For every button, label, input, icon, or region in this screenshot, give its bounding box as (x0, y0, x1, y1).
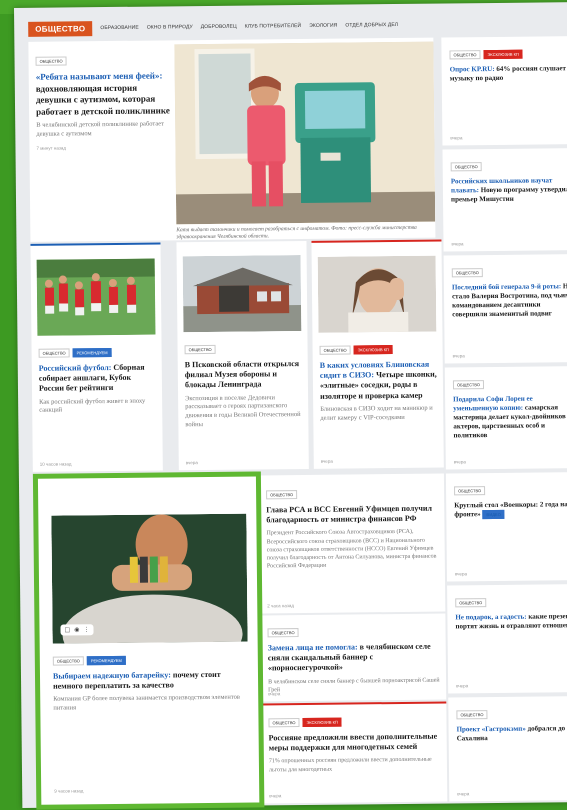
time-banner: вчера (268, 691, 281, 697)
lead-banner: В челябинском селе сняли баннер с бывшей… (268, 677, 440, 694)
article-card-banner[interactable]: ОБЩЕСТВО Замена лица не помогла: в челяб… (260, 613, 447, 702)
headline-swimming[interactable]: Российских школьников научат плавать: Но… (451, 176, 567, 204)
sidebar-item-round-table[interactable]: ОБЩЕСТВО Круглый стол «Военкоры: 2 года … (445, 472, 567, 582)
tag-society[interactable]: ОБЩЕСТВО (319, 345, 351, 355)
sidebar-item-radio-poll[interactable]: ОБЩЕСТВО ЭКСКЛЮЗИВ КП Опрос KP.RU: 64% ро… (441, 36, 567, 146)
headline-gifts[interactable]: Не подарок, а гадость: какие презенты по… (455, 612, 567, 631)
tag-society[interactable]: ОБЩЕСТВО (184, 344, 216, 355)
headline-blinovskaya[interactable]: В каких условиях Блиновская сидит в СИЗО… (320, 360, 438, 402)
time-general: вчера (452, 353, 465, 359)
battery-photo[interactable]: □ ◉ ⋮ (51, 513, 248, 644)
sidebar-item-gifts[interactable]: ОБЩЕСТВО Не подарок, а гадость: какие пр… (447, 584, 567, 694)
bookmark-icon[interactable]: □ (64, 626, 70, 633)
article-card-battery[interactable]: □ ◉ ⋮ ОБЩЕСТВО РЕКОМЕНДУЕМ Выбираем надеж… (36, 475, 261, 806)
article-card-museum[interactable]: ОБЩЕСТВО В Псковской области открылся фи… (176, 240, 309, 471)
time-families: вчера (269, 793, 282, 799)
time-blinovskaya: вчера (320, 458, 333, 464)
sidebar-item-general[interactable]: ОБЩЕСТВО Последний бой генерала 9-й роты… (443, 254, 567, 364)
museum-photo[interactable] (182, 255, 302, 333)
time-battery: 9 часов назад (54, 788, 84, 794)
feature-lead: В челябинской детской поликлинике работа… (36, 120, 164, 138)
tag-recommend[interactable]: РЕКОМЕНДУЕМ (86, 655, 126, 666)
nav-link-volunteer[interactable]: ДОБРОВОЛЕЦ (201, 24, 237, 30)
headline-families[interactable]: Россияне предложили ввести дополнительны… (269, 732, 441, 754)
article-card-blinovskaya[interactable]: ОБЩЕСТВО ЭКСКЛЮЗИВ КП В каких условиях Бл… (311, 239, 444, 469)
tag-exclusive[interactable]: ЭКСКЛЮЗИВ КП (353, 345, 393, 355)
feature-headline[interactable]: «Ребята называют меня феей»: вдохновляющ… (36, 70, 171, 117)
article-card-rsa[interactable]: ОБЩЕСТВО Глава РСА и ВСС Евгений Уфимцев… (258, 473, 446, 614)
headline-museum[interactable]: В Псковской области открылся филиал Музе… (185, 359, 303, 391)
nav-link-nature[interactable]: ОКНО В ПРИРОДУ (147, 24, 193, 30)
tag-exclusive[interactable]: ЭКСКЛЮЗИВ КП (302, 717, 342, 728)
tag-society[interactable]: ОБЩЕСТВО (450, 162, 482, 172)
photo-toolbar: □ ◉ ⋮ (60, 624, 94, 636)
tag-society[interactable]: ОБЩЕСТВО (52, 656, 84, 666)
tag-society[interactable]: ОБЩЕСТВО (267, 628, 299, 638)
headline-rsa[interactable]: Глава РСА и ВСС Евгений Уфимцев получил … (266, 504, 438, 526)
sidebar-item-swimming[interactable]: ОБЩЕСТВО Российских школьников научат пл… (442, 148, 567, 252)
headline-dolls[interactable]: Подарила Софи Лорен ее уменьшенную копию… (453, 394, 567, 440)
football-photo[interactable] (36, 258, 156, 336)
tag-society[interactable]: ОБЩЕСТВО (35, 56, 67, 66)
headline-banner[interactable]: Замена лица не помогла: в челябинском се… (268, 642, 440, 675)
lead-football: Как российский футбол живет в эпоху санк… (39, 397, 146, 415)
lead-families: 71% опрошенных россиян предложили ввести… (268, 757, 432, 773)
time-museum: вчера (185, 460, 198, 466)
tag-society[interactable]: ОБЩЕСТВО (449, 50, 481, 60)
blinovskaya-photo[interactable] (317, 255, 437, 333)
headline-round-table[interactable]: Круглый стол «Военкоры: 2 года на фронте… (454, 500, 567, 520)
lens-search-icon[interactable]: ◉ (74, 626, 79, 633)
headline-gastrocamp[interactable]: Проект «Гастрокэмп» добрался до Сахалина (457, 724, 567, 743)
tag-recommend[interactable]: РЕКОМЕНДУЕМ (72, 347, 112, 358)
tag-society[interactable]: ОБЩЕСТВО (38, 348, 70, 358)
tag-society[interactable]: ОБЩЕСТВО (456, 710, 488, 720)
sidebar-item-dolls[interactable]: ОБЩЕСТВО Подарила Софи Лорен ее уменьшен… (444, 366, 567, 470)
headline-radio-poll[interactable]: Опрос KP.RU: 64% россиян слушает музыку … (450, 64, 567, 83)
time-football: 10 часов назад (39, 461, 72, 467)
lead-battery: Компания GP более полувека занимается пр… (53, 694, 240, 712)
time-dolls: вчера (453, 459, 466, 465)
headline-general[interactable]: Последний бой генерала 9-й роты: Не стал… (452, 282, 567, 319)
time-round-table: вчера (454, 571, 468, 577)
time-gifts: вчера (456, 683, 469, 689)
feature-time: 7 минут назад (36, 145, 67, 151)
article-card-football[interactable]: ОБЩЕСТВО РЕКОМЕНДУЕМ Российский футбол: С… (30, 242, 163, 472)
section-nav: ОБЩЕСТВО ОБРАЗОВАНИЕ ОКНО В ПРИРОДУ ДОБР… (28, 16, 398, 38)
headline-battery[interactable]: Выбираем надежную батарейку: почему стои… (53, 670, 248, 693)
time-gastrocamp: вчера (457, 791, 470, 797)
section-logo[interactable]: ОБЩЕСТВО (28, 20, 93, 37)
time-swimming: вчера (451, 241, 464, 247)
more-options-icon[interactable]: ⋮ (83, 626, 89, 633)
feature-article[interactable]: ОБЩЕСТВО «Ребята называют меня феей»: вд… (28, 37, 436, 242)
time-rsa: 2 часа назад (267, 603, 295, 609)
tag-society[interactable]: ОБЩЕСТВО (266, 490, 298, 500)
lead-rsa: Президент Российского Союза Автостраховщ… (266, 529, 437, 570)
nav-link-good-deeds[interactable]: ОТДЕЛ ДОБРЫХ ДЕЛ (345, 22, 398, 29)
headline-football[interactable]: Российский футбол: Сборная собирает аншл… (39, 363, 157, 395)
lead-blinovskaya: Блиновская в СИЗО ходит на маникюр и дел… (320, 404, 433, 422)
tag-exclusive[interactable]: ЭКСКЛЮЗИВ КП (483, 49, 523, 60)
tag-society[interactable]: ОБЩЕСТВО (268, 718, 300, 728)
nav-link-education[interactable]: ОБРАЗОВАНИЕ (100, 25, 139, 31)
tag-society[interactable]: ОБЩЕСТВО (452, 380, 485, 390)
nav-link-consumers[interactable]: КЛУБ ПОТРЕБИТЕЛЕЙ (245, 23, 301, 30)
video-badge[interactable]: ВИДЕО (482, 509, 505, 520)
tag-society[interactable]: ОБЩЕСТВО (455, 598, 487, 608)
tag-society[interactable]: ОБЩЕСТВО (451, 268, 483, 278)
time-radio-poll: вчера (450, 135, 463, 141)
sidebar-item-gastrocamp[interactable]: ОБЩЕСТВО Проект «Гастрокэмп» добрался до… (448, 696, 567, 802)
lead-museum: Экспозиция в поселке Дедовичи рассказыва… (185, 393, 301, 429)
feature-photo[interactable] (174, 41, 436, 225)
tag-society[interactable]: ОБЩЕСТВО (454, 486, 486, 496)
page-screenshot: ОБЩЕСТВО ОБРАЗОВАНИЕ ОКНО В ПРИРОДУ ДОБР… (14, 2, 567, 810)
article-card-families[interactable]: ОБЩЕСТВО ЭКСКЛЮЗИВ КП Россияне предложили… (261, 701, 448, 804)
nav-link-ecology[interactable]: ЭКОЛОГИЯ (309, 23, 337, 29)
